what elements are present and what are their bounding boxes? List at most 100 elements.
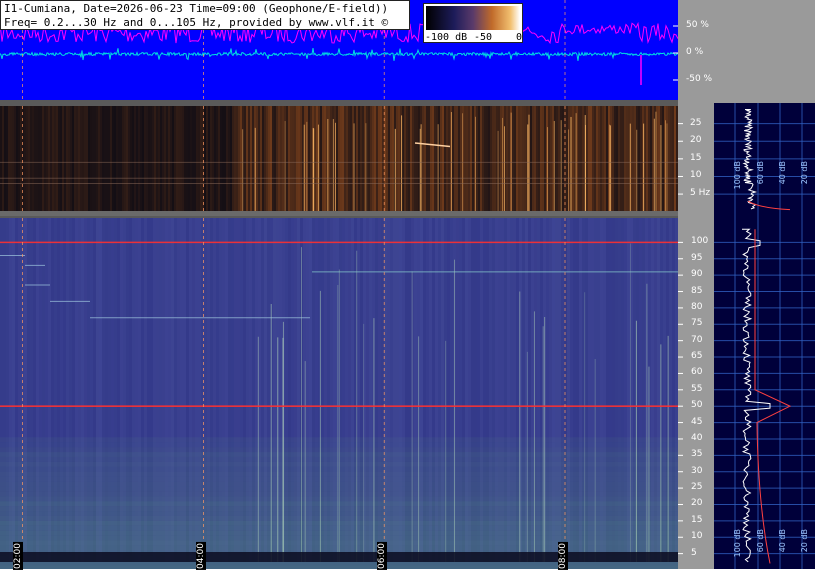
lowspec-column [300, 106, 302, 211]
lowspec-column [58, 106, 60, 211]
mainspec-column [654, 218, 657, 562]
lowspec-column [32, 106, 34, 211]
mainspec-column [171, 218, 174, 562]
mainspec-column [669, 218, 672, 562]
mainspec-column [375, 218, 378, 562]
lowspec-column [512, 106, 514, 211]
lowspec-column [76, 106, 78, 211]
lowspec-column [516, 106, 518, 211]
lowspec-column [190, 106, 192, 211]
lowspec-column [274, 106, 276, 211]
lowspec-column [410, 106, 412, 211]
mainspec-column [555, 218, 558, 562]
lowspec-column [550, 106, 552, 211]
mainspec-column [222, 218, 225, 562]
mainspec-column [9, 218, 12, 562]
mainspec-column [465, 218, 468, 562]
lowspec-column [452, 106, 454, 211]
lowspec-column [414, 106, 416, 211]
mainspec-ytick-label: 40 [691, 432, 703, 443]
mainspec-column [105, 218, 108, 562]
lowspec-column [508, 106, 510, 211]
mainspec-ytick-label: 30 [691, 465, 703, 476]
lowspec-column [506, 106, 508, 211]
mainspec-column [162, 218, 165, 562]
mainspec-column [366, 218, 369, 562]
mainspec-column [348, 218, 351, 562]
mainspec-column [483, 218, 486, 562]
lowspec-column [314, 106, 316, 211]
lowspec-column [12, 106, 14, 211]
lowspec-column [154, 106, 156, 211]
lowspec-column [202, 106, 204, 211]
lowspec-column [142, 106, 144, 211]
lowspec-column [320, 106, 322, 211]
mainspec-column [102, 218, 105, 562]
mainspec-column [0, 218, 3, 562]
lowspec-column [74, 106, 76, 211]
lowspec-side-label: 20 dB [800, 161, 809, 185]
lowspec-column [20, 106, 22, 211]
lowspec-column [126, 106, 128, 211]
lowspec-column [406, 106, 408, 211]
lowspec-column [476, 106, 478, 211]
lowspec-column [182, 106, 184, 211]
station-info-box: I1-Cumiana, Date=2026-06-23 Time=09:00 (… [0, 0, 410, 30]
lowspec-column [518, 106, 520, 211]
lowspec-column [392, 106, 394, 211]
lowspec-column [6, 106, 8, 211]
lowspec-column [288, 106, 290, 211]
colorbar-tick-mid: -50 [474, 32, 493, 43]
lowspec-ytick-label: 15 [690, 152, 702, 163]
lowspec-column [330, 106, 332, 211]
mainspec-column [621, 218, 624, 562]
lowspec-column [94, 106, 96, 211]
lowspec-column [346, 106, 348, 211]
mainspec-ytick-label: 80 [691, 301, 703, 312]
lowspec-column [552, 106, 554, 211]
mainspec-column [438, 218, 441, 562]
mainspec-column [423, 218, 426, 562]
mainspec-column [183, 218, 186, 562]
mainspec-column [204, 218, 207, 562]
mainspec-column [54, 218, 57, 562]
lowspec-column [296, 106, 298, 211]
lowspec-column [212, 106, 214, 211]
mainspec-column [108, 218, 111, 562]
mainspec-column [255, 218, 258, 562]
lowspec-column [356, 106, 358, 211]
lowspec-column [480, 106, 482, 211]
mainspec-column [216, 218, 219, 562]
mainspec-column [633, 218, 636, 562]
lowspec-column [466, 106, 468, 211]
lowspec-column [404, 106, 406, 211]
lowspec-column [172, 106, 174, 211]
mainspec-column [207, 218, 210, 562]
lowspec-column [358, 106, 360, 211]
mainspec-column [579, 218, 582, 562]
mainspec-column [531, 218, 534, 562]
lowspec-column [532, 106, 534, 211]
mainspec-ytick-label: 70 [691, 334, 703, 345]
mainspec-column [42, 218, 45, 562]
lowspec-column [258, 106, 260, 211]
lowspec-side-label: 40 dB [778, 161, 787, 185]
lowspec-column [8, 106, 10, 211]
lowspec-column [130, 106, 132, 211]
lowspec-column [98, 106, 100, 211]
lowspec-column [224, 106, 226, 211]
lowspec-column [160, 106, 162, 211]
mainspec-column [27, 218, 30, 562]
mainspec-column [228, 218, 231, 562]
lowspec-column [590, 106, 592, 211]
lowspec-column [188, 106, 190, 211]
lowspec-column [280, 106, 282, 211]
lowspec-column [580, 106, 582, 211]
lowspec-column [80, 106, 82, 211]
mainspec-column [402, 218, 405, 562]
lowspec-ytick-label: 10 [690, 170, 702, 181]
lowspec-column [4, 106, 6, 211]
mainspec-column [30, 218, 33, 562]
lowspec-column [216, 106, 218, 211]
lowspec-column [112, 106, 114, 211]
